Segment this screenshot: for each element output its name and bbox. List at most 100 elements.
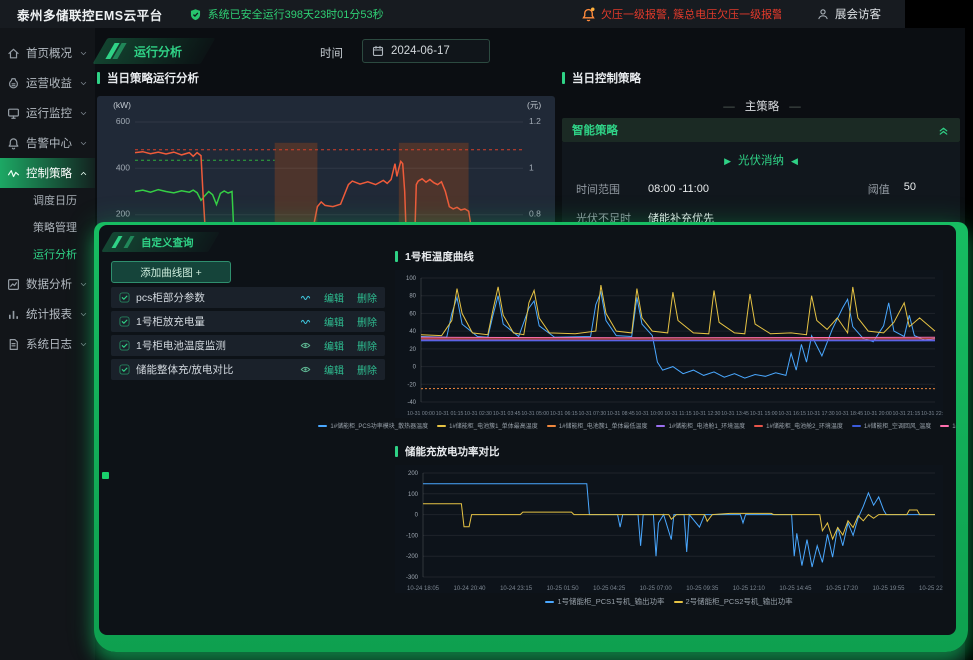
delete-button[interactable]: 删除 (357, 362, 377, 377)
eye-icon[interactable] (300, 364, 311, 375)
sidebar-item-统计报表[interactable]: 统计报表 (0, 299, 95, 329)
log-icon (7, 338, 20, 351)
sidebar-item-运行监控[interactable]: 运行监控 (0, 98, 95, 128)
tab-run-analysis[interactable]: 运行分析 (100, 38, 208, 64)
smart-strategy-header[interactable]: 智能策略 (562, 118, 960, 142)
legend-item[interactable]: 1#储能柜_电池簇1_单体最低温度 (547, 421, 648, 430)
svg-text:10-25 19:55: 10-25 19:55 (872, 586, 905, 592)
double-chevron-up-icon[interactable] (937, 124, 950, 137)
legend-item[interactable]: 1#储能柜_空调出风_温度 (940, 421, 956, 430)
legend-swatch (437, 425, 446, 427)
svg-text:-40: -40 (407, 400, 416, 406)
svg-text:0: 0 (413, 365, 417, 371)
sidebar-subitem-运行分析[interactable]: 运行分析 (0, 242, 95, 269)
temperature-chart[interactable]: 100806040200-20-4010-31 00:0010-31 01:15… (395, 270, 943, 418)
query-row[interactable]: 1号柜电池温度监测编辑删除 (111, 335, 385, 356)
svg-text:10-31 15:00: 10-31 15:00 (750, 411, 778, 417)
legend-label: 1#储能柜_电池舱2_环境温度 (766, 421, 843, 430)
svg-text:(元): (元) (527, 100, 541, 110)
sidebar-item-首页概况[interactable]: 首页概况 (0, 38, 95, 68)
eye-icon[interactable] (300, 340, 311, 351)
analysis-icon (7, 278, 20, 291)
svg-text:400: 400 (116, 162, 130, 172)
check-icon[interactable] (119, 364, 130, 375)
query-row[interactable]: 1号柜放充电量编辑删除 (111, 311, 385, 332)
sidebar-item-控制策略[interactable]: 控制策略 (0, 158, 95, 188)
legend-item[interactable]: 1号储能柜_PCS1号机_输出功率 (545, 596, 664, 607)
svg-text:40: 40 (409, 329, 416, 335)
legend-label: 1#储能柜_PCS功率模块_散热器温度 (330, 421, 428, 430)
sidebar-item-label: 数据分析 (26, 276, 73, 292)
modal-charts-column: 1号柜温度曲线 100806040200-20-4010-31 00:0010-… (395, 249, 943, 607)
sidebar-item-数据分析[interactable]: 数据分析 (0, 269, 95, 299)
date-picker[interactable]: 2024-06-17 (362, 39, 490, 63)
legend-swatch (318, 425, 327, 427)
svg-text:1: 1 (529, 162, 534, 172)
panel-title-text: 当日策略运行分析 (107, 70, 199, 86)
sidebar-item-告警中心[interactable]: 告警中心 (0, 128, 95, 158)
svg-text:200: 200 (408, 471, 419, 477)
svg-text:10-31 02:30: 10-31 02:30 (464, 411, 492, 417)
user-name: 展会访客 (835, 6, 881, 22)
power-compare-chart[interactable]: 2001000-100-200-30010-24 18:0510-24 20:4… (395, 465, 943, 593)
query-row[interactable]: 储能整体充/放电对比编辑删除 (111, 359, 385, 380)
sidebar-item-label: 告警中心 (26, 135, 73, 151)
sidebar-item-label: 首页概况 (26, 45, 73, 61)
delete-button[interactable]: 删除 (357, 314, 377, 329)
mode-switcher[interactable]: ▶光伏消纳◀ (576, 152, 946, 168)
power-compare-chart-legend: 1号储能柜_PCS1号机_输出功率 2号储能柜_PCS2号机_输出功率 (395, 596, 943, 607)
accent-bar (97, 72, 100, 84)
line-chart-icon[interactable] (300, 316, 311, 327)
legend-item[interactable]: 1#储能柜_PCS功率模块_散热器温度 (318, 421, 428, 430)
svg-text:10-24 20:40: 10-24 20:40 (453, 586, 486, 592)
sidebar-item-系统日志[interactable]: 系统日志 (0, 329, 95, 359)
svg-text:10-25 01:50: 10-25 01:50 (547, 586, 580, 592)
control-strategy-panel: 当日控制策略 —主策略— 智能策略 ▶光伏消纳◀ 时间范围08:00 -11:0… (562, 70, 962, 86)
legend-item[interactable]: 1#储能柜_空调回风_温度 (852, 421, 931, 430)
sidebar: 首页概况运营收益运行监控告警中心控制策略调度日历策略管理运行分析数据分析统计报表… (0, 28, 95, 660)
add-curve-button[interactable]: 添加曲线图 + (111, 261, 231, 283)
edit-button[interactable]: 编辑 (324, 314, 344, 329)
query-row[interactable]: pcs柜部分参数编辑删除 (111, 287, 385, 308)
tab-custom-query[interactable]: 自定义查询 (107, 232, 214, 252)
legend-item[interactable]: 1#储能柜_电池舱1_环境温度 (656, 421, 745, 430)
custom-query-modal: 自定义查询 添加曲线图 + pcs柜部分参数编辑删除 1号柜放充电量编辑删除 1号柜… (99, 225, 956, 635)
chevron-up-icon (79, 169, 88, 178)
svg-text:10-31 21:15: 10-31 21:15 (893, 411, 921, 417)
svg-text:10-31 05:00: 10-31 05:00 (521, 411, 549, 417)
legend-item[interactable]: 1#储能柜_电池簇1_单体最高温度 (437, 421, 538, 430)
sidebar-subitem-调度日历[interactable]: 调度日历 (0, 188, 95, 215)
edit-button[interactable]: 编辑 (324, 362, 344, 377)
sidebar-item-运营收益[interactable]: 运营收益 (0, 68, 95, 98)
strategy-icon (7, 167, 20, 180)
accent-bar (395, 251, 398, 262)
delete-button[interactable]: 删除 (357, 338, 377, 353)
next-arrow-icon[interactable]: ◀ (791, 156, 798, 166)
chevron-down-icon (79, 109, 88, 118)
prev-arrow-icon[interactable]: ▶ (724, 156, 731, 166)
delete-button[interactable]: 删除 (357, 290, 377, 305)
svg-text:80: 80 (409, 294, 416, 300)
legend-label: 1#储能柜_电池舱1_环境温度 (668, 421, 745, 430)
panel-title: 当日控制策略 (562, 70, 962, 86)
svg-text:10-25 22:30: 10-25 22:30 (919, 586, 943, 592)
sidebar-item-label: 运行监控 (26, 105, 73, 121)
row-value: 08:00 -11:00 (648, 183, 709, 195)
check-icon[interactable] (119, 316, 130, 327)
legend-item[interactable]: 1#储能柜_电池舱2_环境温度 (754, 421, 843, 430)
svg-text:(kW): (kW) (113, 100, 131, 110)
svg-text:10-25 14:45: 10-25 14:45 (779, 586, 812, 592)
edit-button[interactable]: 编辑 (324, 290, 344, 305)
check-icon[interactable] (119, 340, 130, 351)
user-menu[interactable]: 展会访客 (817, 6, 881, 22)
check-icon[interactable] (119, 292, 130, 303)
revenue-icon (7, 77, 20, 90)
alarm-bell-icon[interactable] (581, 7, 596, 22)
svg-text:10-25 04:25: 10-25 04:25 (593, 586, 626, 592)
edit-button[interactable]: 编辑 (324, 338, 344, 353)
alarm-ticker[interactable]: 欠压一级报警, 簇总电压欠压一级报警, 簇SO (581, 6, 781, 22)
line-chart-icon[interactable] (300, 292, 311, 303)
sidebar-subitem-策略管理[interactable]: 策略管理 (0, 215, 95, 242)
legend-item[interactable]: 2号储能柜_PCS2号机_输出功率 (674, 596, 793, 607)
svg-text:0.8: 0.8 (529, 209, 541, 219)
